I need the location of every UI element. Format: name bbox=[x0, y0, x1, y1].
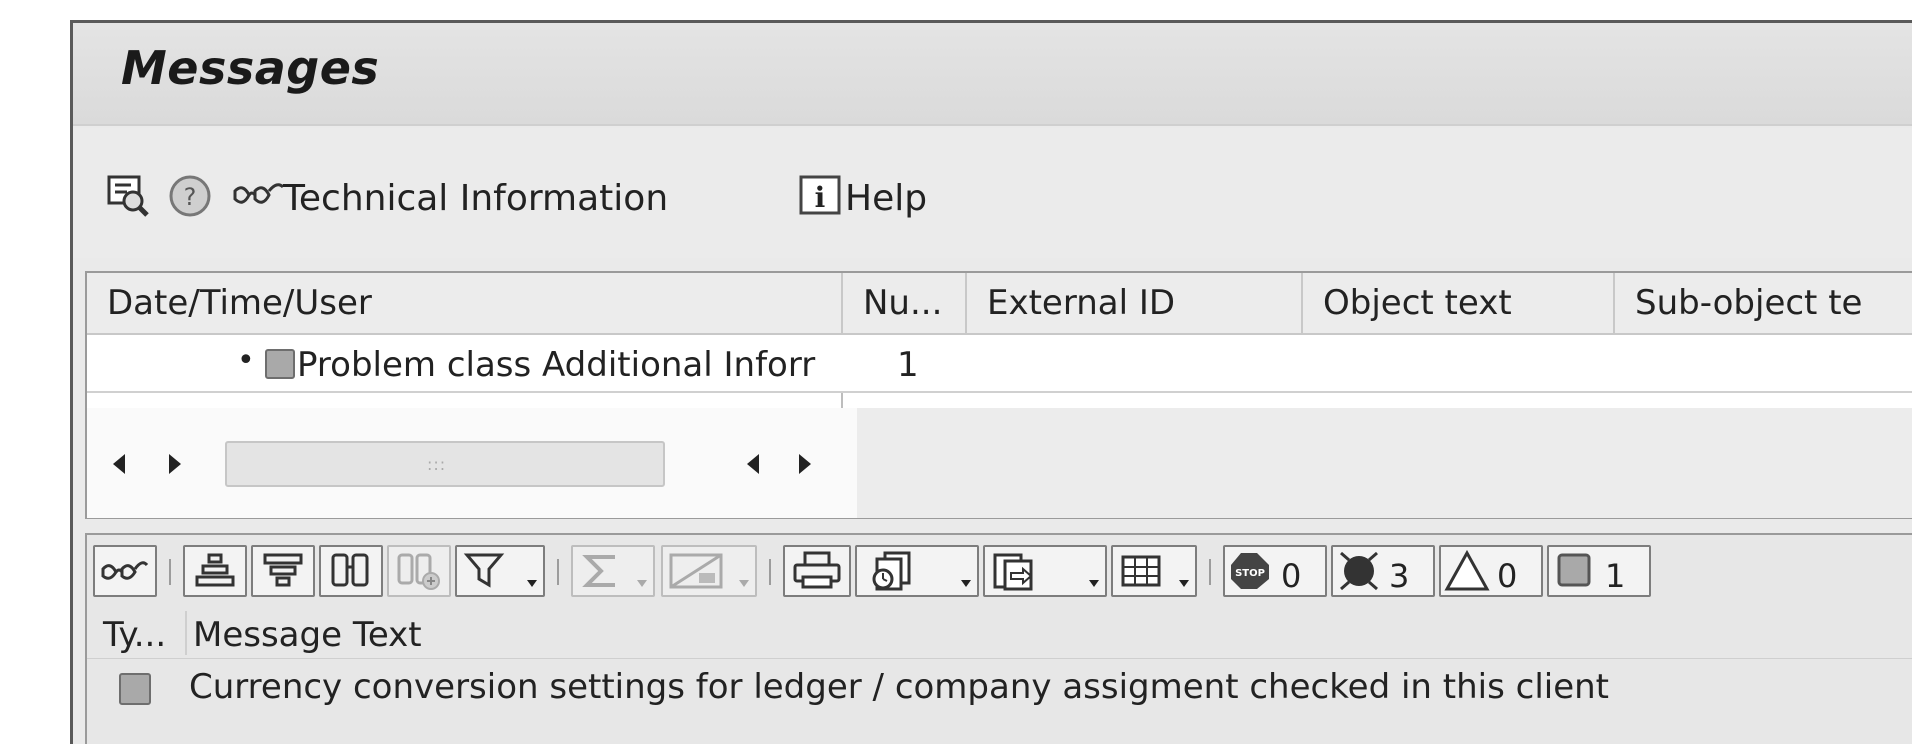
sort-ascending-button[interactable] bbox=[183, 545, 247, 597]
table-row[interactable]: Currency conversion settings for ledger … bbox=[87, 661, 1912, 715]
warning-triangle-icon bbox=[1444, 549, 1490, 591]
message-list-grid: STOP 0 3 0 1 Ty... Message Text Currency… bbox=[85, 533, 1912, 744]
technical-information-button[interactable]: Technical Information bbox=[283, 178, 668, 219]
application-toolbar: ? Technical Information i Help bbox=[73, 128, 1912, 258]
warning-count: 0 bbox=[1497, 557, 1518, 595]
toolbar-separator bbox=[769, 559, 771, 585]
binoculars-plus-icon bbox=[397, 553, 440, 590]
scroll-right-icon[interactable] bbox=[169, 454, 181, 474]
gray-square-icon bbox=[265, 349, 295, 379]
binoculars-icon bbox=[331, 553, 369, 587]
messages-window: Messages ? Technical Information i Help … bbox=[70, 20, 1912, 744]
views-button[interactable] bbox=[855, 545, 979, 597]
filter-icon bbox=[463, 553, 505, 588]
detail-search-icon[interactable] bbox=[105, 173, 151, 219]
export-icon bbox=[993, 553, 1033, 591]
sort-descending-button[interactable] bbox=[251, 545, 315, 597]
title-bar: Messages bbox=[73, 23, 1912, 126]
tree-row-number: 1 bbox=[897, 345, 919, 385]
scroll-left-icon-2[interactable] bbox=[747, 454, 759, 474]
tree-row[interactable]: • Problem class Additional Inforr 1 bbox=[87, 335, 1912, 393]
chevron-down-icon[interactable] bbox=[1179, 580, 1189, 587]
svg-text:?: ? bbox=[184, 183, 197, 211]
chevron-down-icon[interactable] bbox=[637, 580, 647, 587]
column-divider bbox=[185, 611, 187, 655]
find-next-button[interactable] bbox=[387, 545, 451, 597]
toolbar-separator bbox=[169, 559, 171, 585]
scroll-left-icon[interactable] bbox=[113, 454, 125, 474]
tree-bullet: • bbox=[237, 343, 255, 378]
error-icon bbox=[1340, 551, 1378, 591]
find-button[interactable] bbox=[319, 545, 383, 597]
stop-filter-button[interactable]: STOP 0 bbox=[1223, 545, 1327, 597]
col-date-time-user[interactable]: Date/Time/User bbox=[87, 273, 843, 335]
scroll-right-icon-2[interactable] bbox=[799, 454, 811, 474]
help-button[interactable]: Help bbox=[845, 178, 927, 219]
tree-row-text: Problem class Additional Inforr bbox=[297, 345, 816, 385]
layout-button[interactable] bbox=[1111, 545, 1197, 597]
error-filter-button[interactable]: 3 bbox=[1331, 545, 1435, 597]
question-icon[interactable]: ? bbox=[167, 173, 213, 219]
filter-button[interactable] bbox=[455, 545, 545, 597]
col-object-text[interactable]: Object text bbox=[1303, 273, 1615, 335]
gray-square-icon bbox=[1557, 553, 1591, 587]
total-button[interactable] bbox=[571, 545, 655, 597]
glasses-icon bbox=[101, 561, 149, 580]
toolbar-separator bbox=[557, 559, 559, 585]
layout-grid-icon bbox=[1121, 555, 1161, 587]
details-button[interactable] bbox=[93, 545, 157, 597]
printer-icon bbox=[793, 551, 841, 589]
alv-toolbar: STOP 0 3 0 1 bbox=[87, 535, 1912, 605]
info-count: 1 bbox=[1605, 557, 1626, 595]
chevron-down-icon[interactable] bbox=[961, 580, 971, 587]
col-external-id[interactable]: External ID bbox=[967, 273, 1303, 335]
col-sub-object-text[interactable]: Sub-object te bbox=[1615, 273, 1912, 335]
sum-icon bbox=[582, 555, 615, 587]
gray-square-icon bbox=[119, 673, 151, 705]
col-message-text[interactable]: Message Text bbox=[193, 615, 422, 655]
svg-text:i: i bbox=[815, 181, 826, 214]
message-grid-header: Ty... Message Text bbox=[87, 607, 1912, 659]
views-icon bbox=[872, 551, 911, 591]
stop-sign-text: STOP bbox=[1235, 568, 1265, 579]
chevron-down-icon[interactable] bbox=[739, 580, 749, 587]
stop-sign-icon: STOP bbox=[1231, 553, 1269, 589]
subtotal-icon bbox=[669, 553, 723, 589]
message-text-cell: Currency conversion settings for ledger … bbox=[189, 667, 1610, 707]
warning-filter-button[interactable]: 0 bbox=[1439, 545, 1543, 597]
message-log-tree: Date/Time/User Nu... External ID Object … bbox=[85, 271, 1912, 519]
col-type[interactable]: Ty... bbox=[103, 615, 166, 655]
chevron-down-icon[interactable] bbox=[1089, 580, 1099, 587]
chevron-down-icon[interactable] bbox=[527, 580, 537, 587]
glasses-icon[interactable] bbox=[229, 173, 289, 219]
sort-descending-icon bbox=[263, 553, 303, 587]
print-button[interactable] bbox=[783, 545, 851, 597]
horizontal-scroll-area: ::: bbox=[87, 408, 1912, 518]
window-title: Messages bbox=[121, 41, 380, 95]
sort-ascending-icon bbox=[195, 553, 235, 587]
error-count: 3 bbox=[1389, 557, 1410, 595]
info-filter-button[interactable]: 1 bbox=[1547, 545, 1651, 597]
subtotal-button[interactable] bbox=[661, 545, 757, 597]
stop-count: 0 bbox=[1281, 557, 1302, 595]
horizontal-scrollbar-thumb[interactable]: ::: bbox=[225, 441, 665, 487]
scroll-grip-icon: ::: bbox=[427, 455, 447, 474]
toolbar-separator bbox=[1209, 559, 1211, 585]
col-number[interactable]: Nu... bbox=[843, 273, 967, 335]
export-button[interactable] bbox=[983, 545, 1107, 597]
info-icon[interactable]: i bbox=[797, 173, 843, 219]
